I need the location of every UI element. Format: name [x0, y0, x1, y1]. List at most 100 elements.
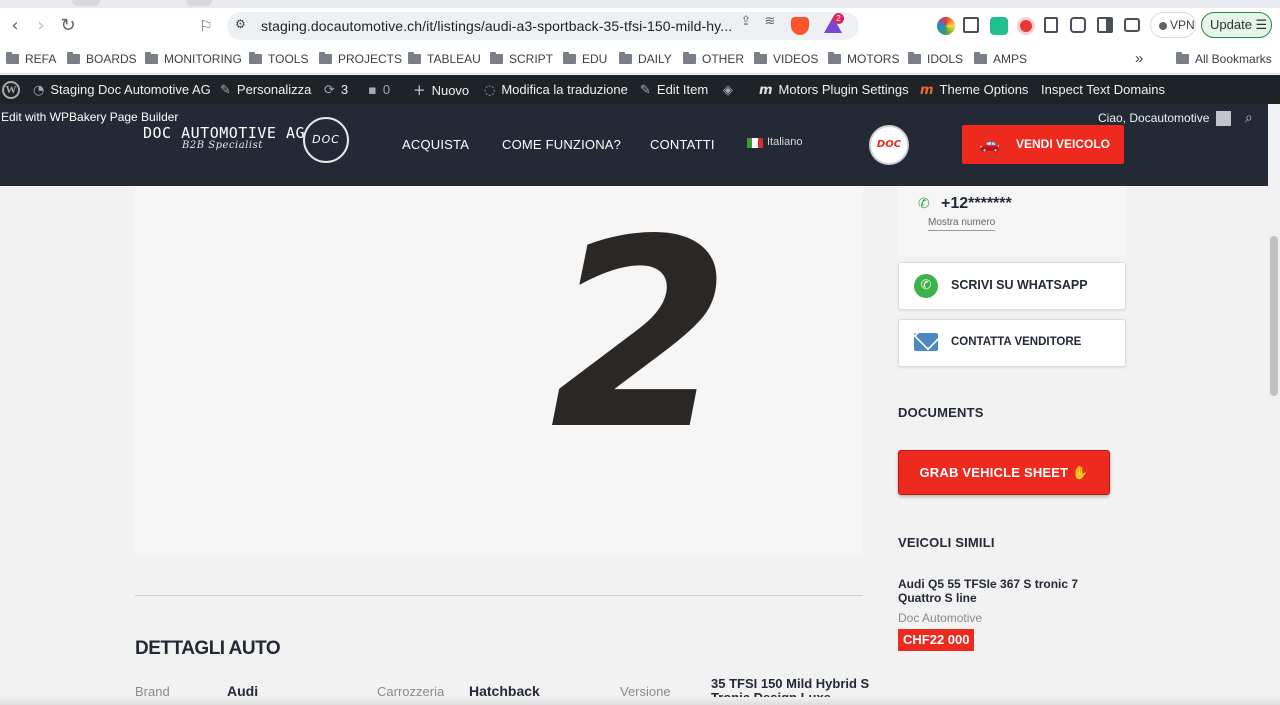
site-settings-icon[interactable]: ⚙	[235, 17, 251, 33]
phone-icon: ✆	[918, 196, 930, 212]
scrollbar-thumb[interactable]	[1270, 236, 1278, 396]
admin-new[interactable]: + Nuovo	[413, 82, 469, 98]
bookmark-folder[interactable]: TABLEAU	[408, 50, 481, 68]
admin-motors-label: Motors Plugin Settings	[778, 82, 909, 97]
bookmark-folder[interactable]: OTHER	[683, 50, 744, 68]
show-number-link[interactable]: Mostra numero	[928, 217, 996, 231]
bookmark-folder[interactable]: IDOLS	[908, 50, 963, 68]
folder-icon	[249, 52, 262, 64]
bookmark-label: SCRIPT	[509, 52, 554, 66]
italy-flag-icon[interactable]	[747, 138, 763, 148]
admin-greeting[interactable]: Ciao, Docautomotive	[1098, 111, 1209, 125]
updates-count: 3	[340, 82, 349, 97]
wallet-icon[interactable]	[1124, 18, 1140, 32]
sell-vehicle-button[interactable]: 🚗 VENDI VEICOLO	[962, 125, 1124, 164]
car-plus-icon: 🚗	[979, 134, 1001, 154]
admin-edit-translation[interactable]: ◌ Modifica la traduzione	[484, 82, 628, 98]
divider	[135, 595, 863, 596]
bookmark-folder[interactable]: SCRIPT	[490, 50, 553, 68]
language-switcher[interactable]: Italiano	[767, 136, 802, 148]
bookmark-folder[interactable]: DAILY	[619, 50, 672, 68]
bookmark-folder[interactable]: VIDEOS	[754, 50, 818, 68]
admin-customize[interactable]: ✎ Personalizza	[220, 82, 311, 98]
bookmark-folder[interactable]: BOARDS	[67, 50, 137, 68]
rewards-count-badge: 2	[833, 13, 844, 24]
grab-vehicle-sheet-button[interactable]: GRAB VEHICLE SHEET ✋	[898, 450, 1110, 495]
menu-icon: ☰	[1255, 18, 1268, 33]
bookmark-folder[interactable]: TOOLS	[249, 50, 308, 68]
extension-color-icon[interactable]	[937, 17, 955, 35]
contact-seller-label: CONTATTA VENDITORE	[951, 336, 1082, 348]
brush-icon: ✎	[220, 83, 231, 98]
details-title: DETTAGLI AUTO	[135, 638, 281, 659]
admin-comments[interactable]: ▪ 0	[368, 82, 390, 98]
bookmark-label: OTHER	[702, 52, 744, 66]
sidebar-toggle-icon[interactable]	[1097, 17, 1113, 33]
similar-vehicles-heading: VEICOLI SIMILI	[898, 535, 995, 550]
admin-theme-options[interactable]: m Theme Options	[920, 82, 1028, 98]
avatar[interactable]	[1216, 111, 1231, 126]
similar-vehicle-title[interactable]: Audi Q5 55 TFSIe 367 S tronic 7 Quattro …	[898, 577, 1108, 605]
comment-icon: ▪	[368, 83, 377, 98]
brand-subtitle: B2B Specialist	[182, 140, 263, 151]
vpn-button[interactable]: VPN	[1150, 12, 1196, 38]
admin-updates[interactable]: ⟳ 3	[324, 82, 348, 98]
diamond-icon[interactable]: ◈	[723, 82, 739, 98]
doc-logo-badge[interactable]: DOC	[869, 125, 909, 165]
nav-come-funziona[interactable]: COME FUNZIONA?	[502, 137, 621, 152]
nav-acquista[interactable]: ACQUISTA	[402, 137, 469, 152]
admin-edit-item[interactable]: ✎ Edit Item	[640, 82, 708, 98]
bookmark-folder[interactable]: REFA	[6, 50, 56, 68]
rss-icon[interactable]: ≋	[762, 14, 778, 30]
extension-green-icon[interactable]	[990, 17, 1008, 35]
back-icon[interactable]: ‹	[5, 16, 25, 36]
bookmark-icon[interactable]: ⚐	[196, 16, 216, 36]
admin-site-name[interactable]: ◔ Staging Doc Automotive AG	[33, 82, 211, 98]
search-icon[interactable]: ⌕	[1245, 110, 1253, 126]
folder-icon	[1176, 52, 1189, 64]
admin-site-label: Staging Doc Automotive AG	[50, 82, 211, 97]
extension-pen-icon[interactable]	[963, 17, 979, 33]
bookmark-folder[interactable]: PROJECTS	[319, 50, 402, 68]
admin-motors-settings[interactable]: m Motors Plugin Settings	[759, 82, 909, 98]
bookmark-label: PROJECTS	[338, 52, 403, 66]
forward-icon[interactable]: ›	[31, 16, 51, 36]
whatsapp-label: SCRIVI SU WHATSAPP	[951, 278, 1088, 292]
bookmark-label: AMPS	[993, 52, 1028, 66]
whatsapp-button[interactable]: ✆ SCRIVI SU WHATSAPP	[898, 262, 1126, 310]
brand-logo-badge[interactable]: DOC	[303, 117, 349, 163]
vehicle-gallery[interactable]: 2	[135, 186, 863, 555]
brave-shields-icon[interactable]	[791, 17, 809, 35]
extensions-puzzle-icon[interactable]	[1070, 17, 1086, 33]
bookmark-folder[interactable]: MOTORS	[828, 50, 899, 68]
bookmark-folder[interactable]: AMPS	[974, 50, 1027, 68]
bookmark-label: MOTORS	[847, 52, 900, 66]
contact-seller-button[interactable]: CONTATTA VENDITORE	[898, 319, 1126, 367]
folder-icon	[319, 52, 332, 64]
tab-stub[interactable]	[186, 0, 212, 6]
nav-contatti[interactable]: CONTATTI	[650, 137, 715, 152]
similar-vehicle-dealer: Doc Automotive	[898, 611, 983, 625]
share-icon[interactable]: ⇪	[738, 14, 754, 30]
page-scrollbar[interactable]	[1268, 186, 1280, 705]
wpbakery-link[interactable]: Edit with WPBakery Page Builder	[1, 110, 178, 124]
wordpress-logo-icon[interactable]: W	[2, 81, 20, 99]
update-button[interactable]: Update ☰	[1201, 12, 1272, 38]
extension-record-icon[interactable]	[1017, 17, 1035, 35]
update-label: Update	[1210, 17, 1252, 32]
bookmark-folder[interactable]: EDU	[563, 50, 607, 68]
admin-inspect-text[interactable]: Inspect Text Domains	[1041, 82, 1165, 98]
vpn-status-icon	[1159, 21, 1167, 30]
url-text[interactable]: staging.docautomotive.ch/it/listings/aud…	[261, 18, 732, 34]
updates-icon: ⟳	[324, 83, 335, 98]
bookmark-label: BOARDS	[86, 52, 137, 66]
all-bookmarks[interactable]: All Bookmarks	[1176, 50, 1272, 68]
reload-icon[interactable]: ↻	[58, 16, 78, 36]
bookmark-folder[interactable]: MONITORING	[145, 50, 242, 68]
bookmark-label: DAILY	[638, 52, 672, 66]
folder-icon	[754, 52, 767, 64]
reading-list-icon[interactable]	[1044, 17, 1058, 33]
bookmarks-overflow-icon[interactable]: »	[1135, 50, 1143, 68]
tab-stub[interactable]	[72, 0, 100, 6]
phone-number: +12*******	[941, 195, 1012, 212]
